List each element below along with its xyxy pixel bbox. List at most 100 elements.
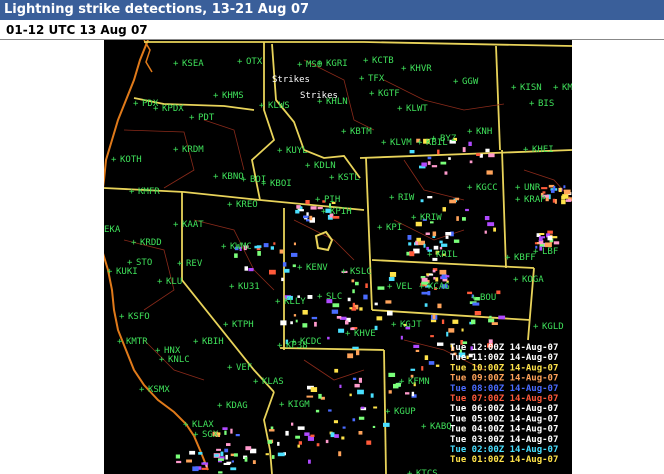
legend-entry: Tue 07:00Z 14-Aug-07 bbox=[450, 394, 558, 404]
lightning-map[interactable]: KSEA + OTX + MSO + KGRI + KCTB + KHVR + GGW + KISN + KM +… bbox=[104, 40, 572, 474]
station-marker: + bbox=[553, 83, 559, 93]
station-label: KOTH bbox=[120, 155, 142, 165]
strike-mark bbox=[327, 336, 330, 340]
strike-mark bbox=[201, 467, 208, 470]
strike-mark bbox=[226, 443, 231, 446]
strike-mark bbox=[445, 232, 452, 236]
station-label: KGTF bbox=[378, 89, 400, 99]
station-label: KLU bbox=[166, 277, 182, 287]
strike-mark bbox=[431, 165, 438, 168]
strike-mark bbox=[282, 262, 287, 267]
station-label: GGW bbox=[462, 77, 479, 87]
strike-mark bbox=[441, 243, 448, 247]
strike-mark bbox=[311, 316, 318, 320]
strike-mark bbox=[427, 196, 433, 199]
station-marker: + bbox=[131, 238, 137, 248]
strike-mark bbox=[388, 372, 396, 377]
station-label: LBF bbox=[542, 247, 558, 257]
strike-mark bbox=[351, 307, 357, 311]
canada-border bbox=[144, 41, 572, 47]
station-label: KHVR bbox=[410, 64, 432, 74]
station-marker: + bbox=[297, 60, 303, 70]
strike-mark bbox=[538, 236, 543, 242]
station-marker: + bbox=[421, 422, 427, 432]
strike-mark bbox=[387, 310, 393, 316]
strike-mark bbox=[336, 316, 342, 319]
station-marker: + bbox=[533, 247, 539, 257]
strike-mark bbox=[424, 355, 429, 360]
legend-entry: Tue 02:00Z 14-Aug-07 bbox=[450, 445, 558, 455]
strike-mark bbox=[485, 148, 490, 153]
station-label: KGUP bbox=[394, 407, 416, 417]
strike-mark bbox=[388, 277, 395, 281]
station-marker: + bbox=[153, 104, 159, 114]
station-marker: + bbox=[279, 400, 285, 410]
station-label: KOGA bbox=[522, 275, 544, 285]
strike-mark bbox=[280, 320, 287, 326]
strike-mark bbox=[421, 291, 429, 295]
station-marker: + bbox=[221, 242, 227, 252]
strike-mark bbox=[388, 390, 392, 394]
strike-mark bbox=[352, 289, 355, 294]
station-marker: + bbox=[173, 145, 179, 155]
strike-mark bbox=[428, 361, 435, 365]
station-label: KPIH bbox=[330, 207, 352, 217]
strike-mark bbox=[293, 314, 297, 317]
station-label: SLC bbox=[326, 292, 342, 302]
strike-mark bbox=[279, 249, 284, 254]
station-marker: + bbox=[321, 207, 327, 217]
station-label: BIS bbox=[538, 99, 554, 109]
station-label: RIW bbox=[398, 193, 415, 203]
strike-mark bbox=[354, 383, 360, 388]
strike-mark bbox=[265, 453, 269, 456]
station-marker: + bbox=[529, 99, 535, 109]
station-label: KTPH bbox=[232, 320, 254, 330]
strike-mark bbox=[309, 215, 313, 221]
strike-mark bbox=[303, 215, 309, 219]
strike-mark bbox=[347, 297, 351, 302]
station-marker: + bbox=[511, 83, 517, 93]
strike-mark bbox=[231, 460, 234, 463]
strike-mark bbox=[372, 425, 376, 428]
strike-mark bbox=[345, 320, 349, 325]
strike-mark bbox=[358, 416, 365, 420]
strike-mark bbox=[553, 241, 560, 245]
station-marker: + bbox=[513, 275, 519, 285]
station-marker: + bbox=[173, 59, 179, 69]
station-label: KM bbox=[562, 83, 572, 93]
station-label: KP38 bbox=[286, 341, 308, 351]
strike-mark bbox=[561, 199, 566, 205]
strike-mark bbox=[366, 440, 372, 445]
legend-entry: Tue 01:00Z 14-Aug-07 bbox=[450, 455, 558, 465]
strike-mark bbox=[277, 441, 280, 446]
strike-mark bbox=[295, 319, 298, 323]
strike-mark bbox=[218, 471, 223, 474]
strike-mark bbox=[214, 454, 219, 457]
station-label: TFX bbox=[368, 74, 385, 84]
station-marker: + bbox=[159, 355, 165, 365]
station-label: STO bbox=[136, 258, 152, 268]
strike-mark bbox=[432, 235, 436, 238]
strike-mark bbox=[295, 209, 300, 214]
strike-mark bbox=[413, 344, 420, 348]
station-label: KFMN bbox=[408, 377, 430, 387]
station-label: KRDD bbox=[140, 238, 162, 248]
strike-mark bbox=[421, 366, 424, 371]
station-marker: + bbox=[315, 195, 321, 205]
station-label: KHMS bbox=[222, 91, 244, 101]
strike-mark bbox=[448, 157, 451, 160]
legend-entry: Tue 06:00Z 14-Aug-07 bbox=[450, 404, 558, 414]
station-label: EKA bbox=[104, 225, 121, 235]
strike-mark bbox=[563, 185, 566, 189]
time-range-label: 01-12 UTC 13 Aug 07 bbox=[0, 20, 664, 40]
strike-mark bbox=[411, 391, 415, 397]
strike-mark bbox=[456, 216, 459, 221]
strike-mark bbox=[409, 150, 415, 154]
station-label: KLWT bbox=[406, 104, 428, 114]
strike-mark bbox=[307, 295, 313, 299]
strike-mark bbox=[430, 335, 434, 338]
station-marker: + bbox=[259, 101, 265, 111]
strike-mark bbox=[308, 459, 311, 464]
strike-mark bbox=[405, 392, 410, 395]
station-label: KMFR bbox=[138, 187, 160, 197]
